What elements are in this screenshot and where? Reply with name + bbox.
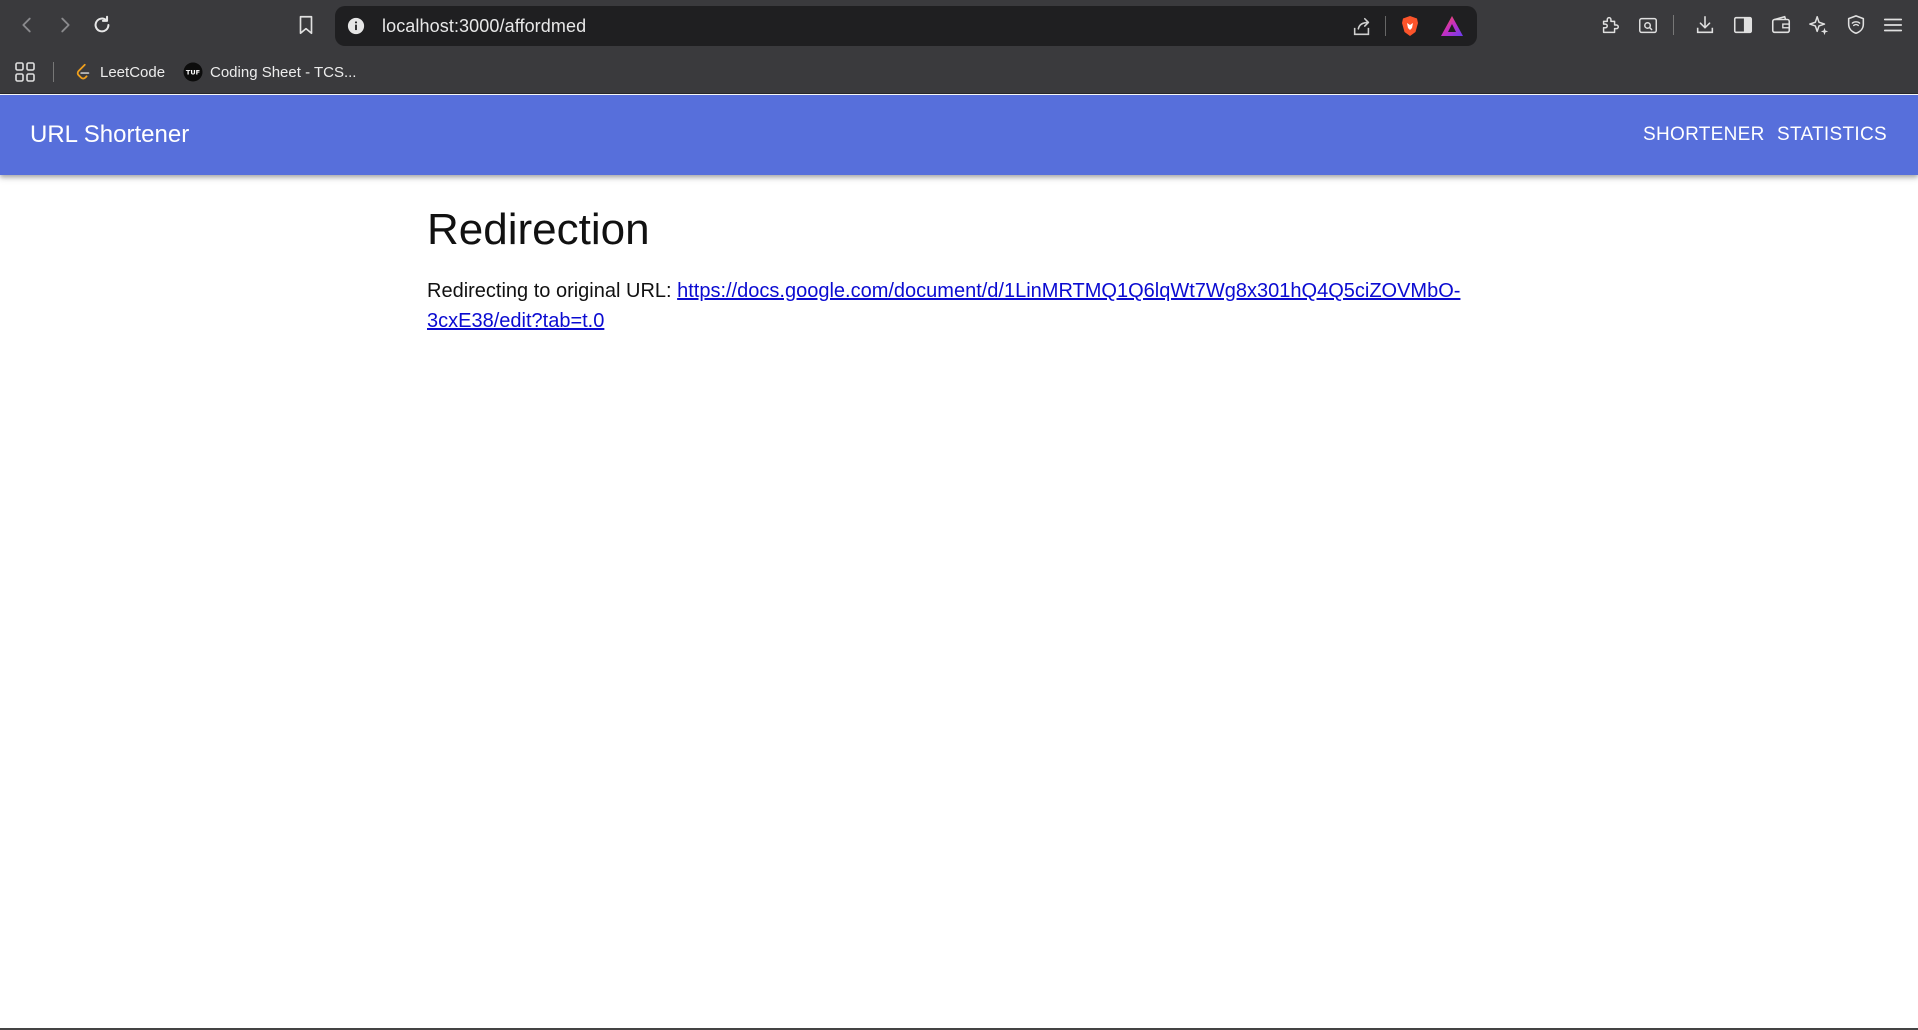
bookmark-label: Coding Sheet - TCS...: [210, 63, 357, 81]
page-title: Redirection: [427, 205, 650, 254]
apps-grid-icon[interactable]: [13, 60, 37, 84]
bookmark-label: LeetCode: [100, 63, 166, 81]
site-info-icon[interactable]: [347, 17, 365, 35]
wallet-icon: [1771, 15, 1791, 34]
back-button[interactable]: [14, 12, 40, 38]
main-content: Redirection Redirecting to original URL:…: [427, 204, 1497, 336]
tab-search-icon: [1639, 17, 1657, 34]
tuf-icon: TUF: [183, 62, 203, 82]
chevron-right-icon: [61, 17, 70, 33]
bookmarks-divider: [53, 62, 54, 82]
bookmark-coding-sheet[interactable]: TUF Coding Sheet - TCS...: [183, 59, 356, 85]
address-divider: [1385, 16, 1386, 36]
nav-shortener-link[interactable]: SHORTENER: [1643, 124, 1765, 146]
redirect-prefix: Redirecting to original URL:: [427, 280, 678, 302]
share-icon[interactable]: [1351, 16, 1373, 38]
main-menu-button[interactable]: [1880, 12, 1906, 38]
wallet-button[interactable]: [1768, 12, 1794, 38]
redirect-message: Redirecting to original URL: https://doc…: [427, 276, 1497, 336]
bookmark-page-button[interactable]: [293, 12, 319, 38]
hamburger-menu-icon: [1883, 18, 1903, 32]
address-bar[interactable]: localhost:3000/affordmed: [335, 6, 1477, 46]
shield-icon: [1847, 15, 1865, 35]
tab-search-button[interactable]: [1635, 12, 1661, 38]
brave-rewards-icon[interactable]: [1440, 15, 1464, 37]
vpn-button[interactable]: [1843, 12, 1869, 38]
leetcode-icon: [73, 62, 93, 82]
downloads-button[interactable]: [1692, 12, 1718, 38]
app-title: URL Shortener: [30, 121, 190, 148]
browser-toolbar: localhost:3000/affordmed: [0, 0, 1918, 50]
sidebar-button[interactable]: [1730, 12, 1756, 38]
bookmark-leetcode[interactable]: LeetCode: [73, 59, 165, 85]
bookmark-icon: [299, 15, 313, 35]
sparkle-icon: [1809, 16, 1829, 36]
extensions-button[interactable]: [1597, 12, 1623, 38]
chevron-left-icon: [22, 17, 31, 33]
leo-ai-button[interactable]: [1806, 12, 1832, 38]
download-icon: [1696, 15, 1714, 34]
brave-shields-icon[interactable]: [1398, 14, 1422, 38]
toolbar-divider: [1673, 15, 1674, 35]
bookmarks-bar: LeetCode TUF Coding Sheet - TCS...: [0, 50, 1918, 94]
address-url[interactable]: localhost:3000/affordmed: [382, 16, 586, 37]
nav-statistics-link[interactable]: STATISTICS: [1777, 124, 1887, 146]
forward-button[interactable]: [52, 12, 78, 38]
sidebar-icon: [1733, 16, 1753, 34]
puzzle-icon: [1602, 16, 1619, 34]
reload-icon: [94, 15, 110, 33]
reload-button[interactable]: [89, 12, 115, 38]
tuf-badge-text: TUF: [186, 69, 200, 77]
app-header: URL Shortener SHORTENER STATISTICS: [0, 95, 1918, 175]
